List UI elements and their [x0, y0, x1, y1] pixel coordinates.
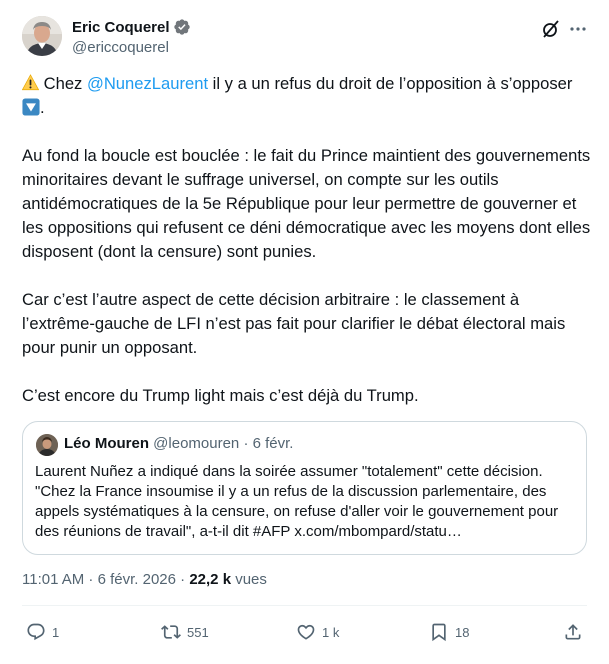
quoted-author-name: Léo Mouren: [64, 435, 149, 452]
repost-button[interactable]: 551: [161, 621, 209, 643]
divider: [22, 605, 587, 606]
verified-badge-icon: [173, 18, 191, 36]
quoted-author-avatar: [36, 434, 58, 456]
tweet: Eric Coquerel @ericcoquerel Chez @NunezL…: [0, 0, 609, 664]
author-display-name[interactable]: Eric Coquerel: [72, 19, 170, 36]
tweet-paragraph-4: C’est encore du Trump light mais c’est d…: [22, 386, 419, 405]
warning-emoji-icon: [21, 74, 40, 91]
quoted-tweet-card[interactable]: Léo Mouren @leomouren · 6 févr. Laurent …: [22, 421, 587, 555]
quoted-author-meta: @leomouren · 6 févr.: [149, 435, 294, 452]
quoted-tweet-header: Léo Mouren @leomouren · 6 févr.: [64, 435, 293, 452]
share-icon: [565, 624, 581, 640]
grok-icon[interactable]: [541, 19, 561, 39]
tweet-text-segment: Chez: [39, 74, 87, 93]
tweet-paragraph-3: Car c’est l’autre aspect de cette décisi…: [22, 290, 566, 357]
like-count: 1 k: [322, 624, 340, 640]
tweet-text: Chez @NunezLaurent il y a un refus du dr…: [21, 72, 592, 432]
reply-button[interactable]: 1: [26, 621, 59, 643]
author-name-block: Eric Coquerel @ericcoquerel: [72, 17, 191, 56]
reply-icon: [27, 623, 45, 641]
like-icon: [297, 624, 315, 640]
like-button[interactable]: 1 k: [296, 621, 339, 643]
repost-icon: [161, 625, 181, 639]
quoted-tweet-text: Laurent Nuñez a indiqué dans la soirée a…: [35, 463, 559, 540]
timestamp-link[interactable]: 11:01 AM · 6 févr. 2026 ·: [22, 571, 189, 588]
tweet-paragraph-2: Au fond la boucle est bouclée : le fait …: [22, 146, 591, 261]
tweet-paragraph-1: Chez @NunezLaurent il y a un refus du dr…: [21, 72, 592, 120]
tweet-text-segment: il y a un refus du droit de l’opposition…: [208, 74, 573, 93]
down-arrow-emoji-icon: [22, 98, 40, 116]
repost-count: 551: [187, 624, 209, 640]
views-label: vues: [231, 571, 267, 588]
author-avatar[interactable]: [22, 16, 62, 56]
bookmark-count: 18: [455, 624, 470, 640]
tweet-text-segment: .: [40, 98, 45, 117]
author-handle[interactable]: @ericcoquerel: [72, 39, 191, 56]
share-button[interactable]: [563, 621, 583, 643]
tweet-timestamp: 11:01 AM · 6 févr. 2026 · 22,2 k vues: [22, 571, 267, 588]
more-icon[interactable]: [568, 19, 588, 39]
bookmark-icon: [432, 623, 446, 642]
mention-link[interactable]: @NunezLaurent: [87, 74, 208, 93]
reply-count: 1: [52, 624, 60, 640]
views-count[interactable]: 22,2 k: [189, 571, 231, 588]
bookmark-button[interactable]: 18: [429, 621, 469, 643]
